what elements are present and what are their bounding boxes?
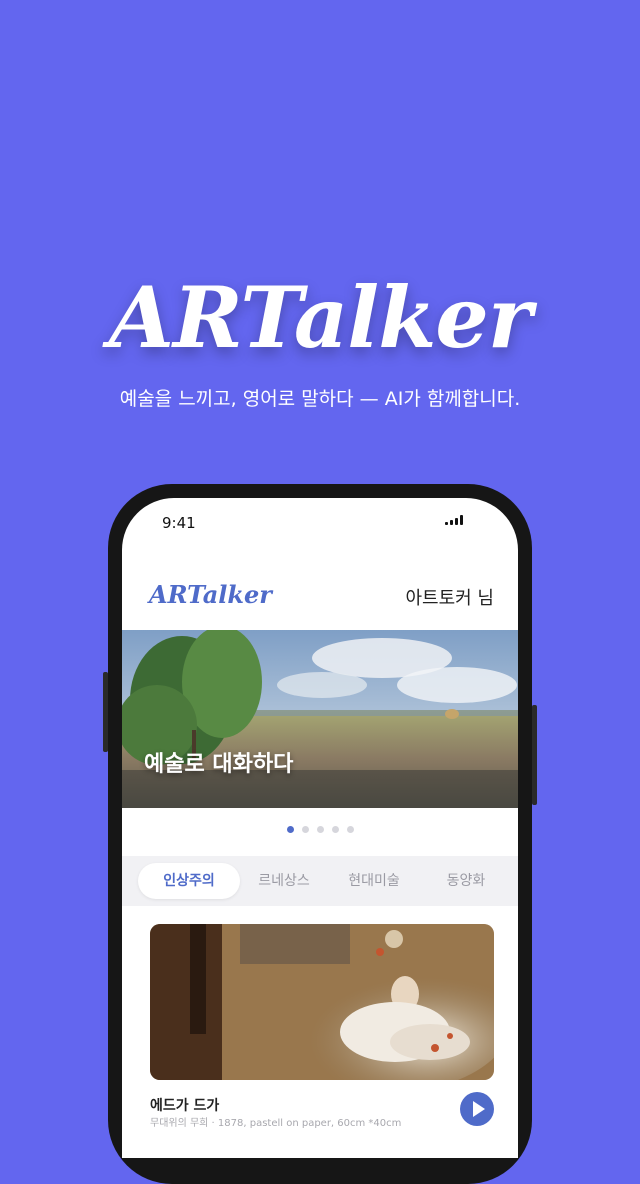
tab-renaissance[interactable]: 르네상스 [240, 863, 328, 899]
phone-screen: 9:41 ARTalker 아트토커 님 예술로 대화하다 인상주의 르네상스 … [122, 498, 518, 1158]
carousel-dot[interactable] [301, 826, 309, 833]
user-name[interactable]: 아트토커 님 [405, 584, 494, 610]
carousel-dots[interactable] [122, 826, 518, 833]
featured-banner[interactable]: 예술로 대화하다 [122, 630, 518, 808]
tab-oriental-painting[interactable]: 동양화 [420, 863, 512, 899]
artwork-image[interactable] [150, 924, 494, 1080]
tab-modern-art[interactable]: 현대미술 [328, 863, 420, 899]
artwork-painting [150, 924, 494, 1080]
banner-title: 예술로 대화하다 [144, 752, 294, 777]
category-tabs: 인상주의 르네상스 현대미술 동양화 [122, 856, 518, 906]
status-time: 9:41 [162, 514, 196, 532]
banner-painting [122, 630, 518, 808]
hero-logo: ARTalker [108, 268, 532, 367]
app-logo[interactable]: ARTalker [149, 580, 272, 609]
carousel-dot[interactable] [331, 826, 339, 833]
play-button[interactable] [460, 1092, 494, 1126]
carousel-dot[interactable] [286, 826, 294, 833]
signal-icon [445, 515, 463, 525]
phone-side-button [532, 705, 537, 805]
carousel-dot[interactable] [346, 826, 354, 833]
hero-tagline: 예술을 느끼고, 영어로 말하다 — AI가 함께합니다. [119, 388, 521, 410]
artwork-artist: 에드가 드가 [150, 1098, 220, 1114]
tab-impressionism[interactable]: 인상주의 [138, 863, 240, 899]
carousel-dot[interactable] [316, 826, 324, 833]
phone-side-button [103, 672, 108, 752]
artwork-meta: 무대위의 무희 · 1878, pastell on paper, 60cm *… [150, 1118, 402, 1129]
